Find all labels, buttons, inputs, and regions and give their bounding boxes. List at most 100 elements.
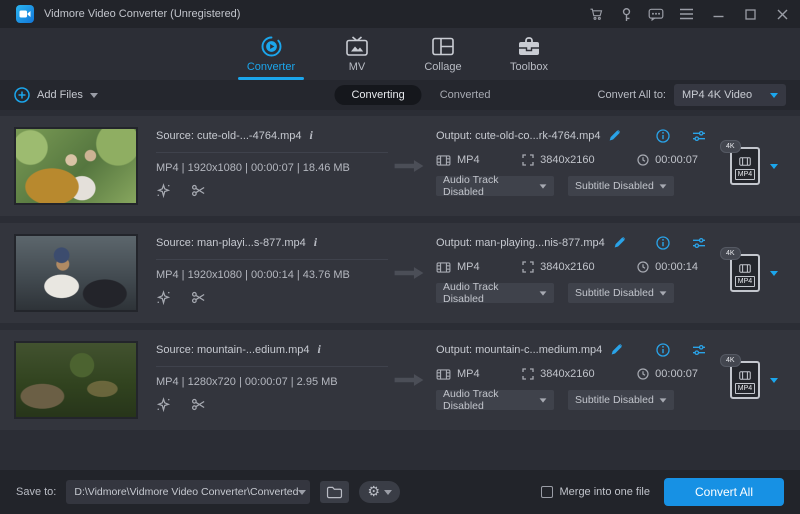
minimize-icon[interactable]	[710, 6, 726, 22]
output-settings-icon[interactable]	[692, 129, 706, 143]
format-name: MP4	[735, 169, 755, 180]
output-format-selector[interactable]: 4K MP4	[708, 116, 800, 216]
gear-icon: ⚙	[367, 485, 380, 499]
output-settings-icon[interactable]	[692, 236, 706, 250]
window-title: Vidmore Video Converter (Unregistered)	[44, 8, 240, 20]
effects-icon[interactable]	[156, 183, 171, 198]
register-key-icon[interactable]	[618, 6, 634, 22]
tab-converting[interactable]: Converting	[334, 85, 421, 105]
merge-into-one-file[interactable]: Merge into one file	[541, 486, 651, 498]
output-info-icon[interactable]	[656, 236, 670, 250]
cut-icon[interactable]	[191, 290, 206, 305]
output-format-selector[interactable]: 4K MP4	[708, 330, 800, 430]
merge-checkbox[interactable]	[541, 486, 553, 498]
converter-icon	[260, 34, 283, 58]
file-list: Source: cute-old-...-4764.mp4 i MP4 | 19…	[0, 110, 800, 470]
output-resolution: 3840x2160	[540, 368, 594, 380]
source-info-icon[interactable]: i	[317, 342, 320, 357]
source-info-icon[interactable]: i	[310, 128, 313, 143]
video-file-icon	[436, 369, 451, 380]
footer-bar: Save to: D:\Vidmore\Vidmore Video Conver…	[0, 470, 800, 514]
close-icon[interactable]	[774, 6, 790, 22]
video-thumbnail[interactable]	[14, 234, 138, 312]
resolution-icon	[522, 368, 534, 380]
add-files-button[interactable]: Add Files	[14, 87, 98, 103]
rename-icon[interactable]	[610, 343, 623, 356]
source-info-icon[interactable]: i	[314, 235, 317, 250]
format-name: MP4	[735, 276, 755, 287]
feedback-icon[interactable]	[648, 6, 664, 22]
chevron-down-icon	[660, 184, 667, 188]
collage-icon	[431, 34, 455, 58]
subtitle-dropdown[interactable]: Subtitle Disabled	[568, 176, 674, 196]
cut-icon[interactable]	[191, 183, 206, 198]
save-path-value: D:\Vidmore\Vidmore Video Converter\Conve…	[74, 486, 298, 498]
source-filename: Source: cute-old-...-4764.mp4	[156, 130, 302, 142]
source-meta: MP4 | 1920x1080 | 00:00:07 | 18.46 MB	[156, 162, 388, 174]
tab-mv[interactable]: MV	[318, 28, 396, 80]
tab-label: Collage	[424, 61, 461, 73]
chevron-down-icon	[540, 184, 547, 188]
format-badge: 4K	[720, 140, 741, 153]
resolution-icon	[522, 261, 534, 273]
convert-all-button[interactable]: Convert All	[664, 478, 784, 506]
toolbar: Add Files Converting Converted Convert A…	[0, 80, 800, 110]
output-resolution: 3840x2160	[540, 154, 594, 166]
tab-label: Converter	[247, 61, 295, 73]
output-format: MP4	[457, 368, 480, 380]
output-filename: Output: cute-old-co...rk-4764.mp4	[436, 130, 600, 142]
menu-icon[interactable]	[678, 6, 694, 22]
tab-collage[interactable]: Collage	[404, 28, 482, 80]
chevron-down-icon	[540, 398, 547, 402]
audio-track-dropdown[interactable]: Audio Track Disabled	[436, 283, 554, 303]
tab-toolbox[interactable]: Toolbox	[490, 28, 568, 80]
convert-all-to-label: Convert All to:	[598, 89, 666, 101]
duration-icon	[637, 261, 649, 273]
video-thumbnail[interactable]	[14, 341, 138, 419]
format-badge: 4K	[720, 354, 741, 367]
maximize-icon[interactable]	[742, 6, 758, 22]
main-nav: Converter MV Collage Toolbox	[0, 28, 800, 80]
tab-label: MV	[349, 61, 366, 73]
video-file-icon	[436, 155, 451, 166]
divider	[156, 259, 388, 260]
effects-icon[interactable]	[156, 397, 171, 412]
video-thumbnail[interactable]	[14, 127, 138, 205]
resolution-icon	[522, 154, 534, 166]
convert-all-to-dropdown[interactable]: MP4 4K Video	[674, 84, 786, 106]
mv-icon	[345, 34, 369, 58]
output-duration: 00:00:14	[655, 261, 698, 273]
subtitle-dropdown[interactable]: Subtitle Disabled	[568, 283, 674, 303]
output-format: MP4	[457, 261, 480, 273]
effects-icon[interactable]	[156, 290, 171, 305]
merge-label: Merge into one file	[560, 486, 651, 498]
audio-track-dropdown[interactable]: Audio Track Disabled	[436, 390, 554, 410]
tab-converter[interactable]: Converter	[232, 28, 310, 80]
divider	[156, 152, 388, 153]
chevron-down-icon	[660, 291, 667, 295]
chevron-down-icon	[770, 271, 778, 276]
cut-icon[interactable]	[191, 397, 206, 412]
output-info-icon[interactable]	[656, 343, 670, 357]
chevron-down-icon	[384, 490, 392, 495]
output-format-selector[interactable]: 4K MP4	[708, 223, 800, 323]
settings-button[interactable]: ⚙	[359, 481, 400, 503]
open-folder-button[interactable]	[320, 481, 349, 503]
rename-icon[interactable]	[608, 129, 621, 142]
file-row: Source: mountain-...edium.mp4 i MP4 | 12…	[0, 330, 800, 430]
audio-track-dropdown[interactable]: Audio Track Disabled	[436, 176, 554, 196]
source-filename: Source: man-playi...s-877.mp4	[156, 237, 306, 249]
plus-circle-icon	[14, 87, 30, 103]
chevron-down-icon	[770, 164, 778, 169]
rename-icon[interactable]	[613, 236, 626, 249]
save-path-dropdown[interactable]: D:\Vidmore\Vidmore Video Converter\Conve…	[66, 480, 310, 504]
output-settings-icon[interactable]	[692, 343, 706, 357]
file-row: Source: man-playi...s-877.mp4 i MP4 | 19…	[0, 223, 800, 323]
source-meta: MP4 | 1920x1080 | 00:00:14 | 43.76 MB	[156, 269, 388, 281]
duration-icon	[637, 368, 649, 380]
cart-icon[interactable]	[588, 6, 604, 22]
output-info-icon[interactable]	[656, 129, 670, 143]
chevron-down-icon	[660, 398, 667, 402]
tab-converted[interactable]: Converted	[440, 89, 491, 101]
subtitle-dropdown[interactable]: Subtitle Disabled	[568, 390, 674, 410]
